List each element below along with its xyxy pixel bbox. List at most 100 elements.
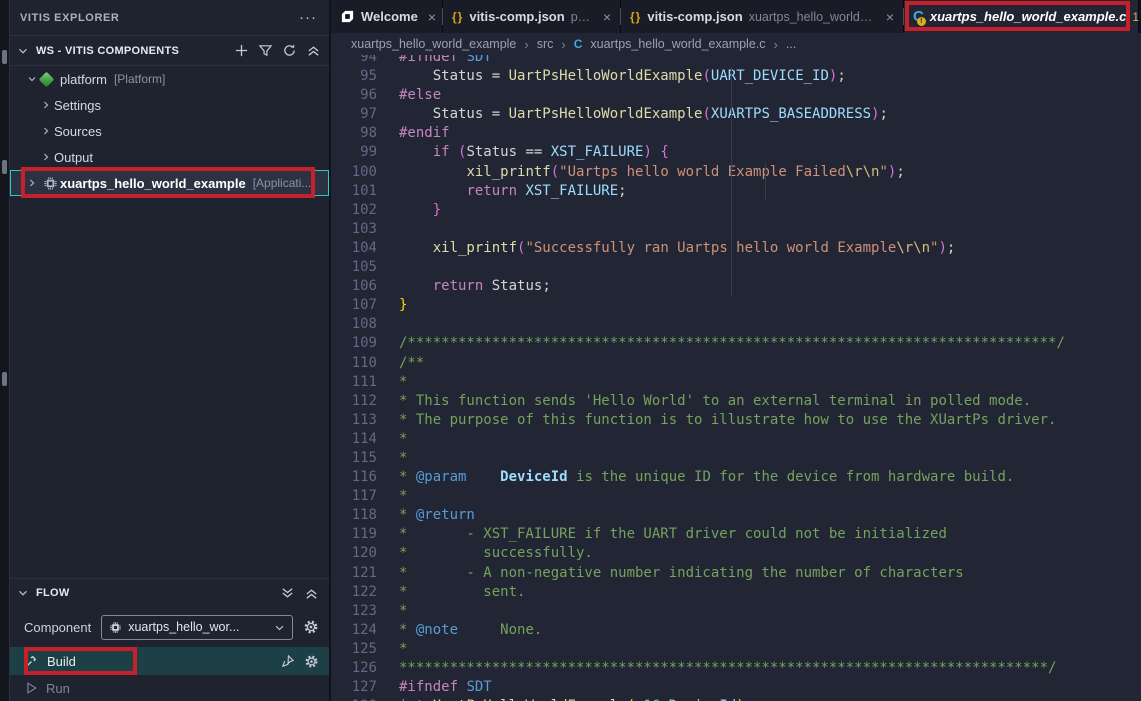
code-line: 95 Status = UartPsHelloWorldExample(UART… xyxy=(331,67,1141,86)
indent-guide xyxy=(765,163,766,201)
code-editor[interactable]: 94#ifndef SDT95 Status = UartPsHelloWorl… xyxy=(331,55,1141,701)
clean-brush-icon[interactable] xyxy=(280,654,295,669)
breadcrumb-item[interactable]: xuartps_hello_world_example.c xyxy=(590,37,765,51)
code-line: 108 xyxy=(331,315,1141,334)
chevron-right-icon[interactable] xyxy=(24,177,40,189)
chevron-down-icon[interactable] xyxy=(24,73,40,85)
filter-icon[interactable] xyxy=(258,43,273,58)
code-text xyxy=(377,220,399,239)
tree-item-desc: [Applicati... xyxy=(253,176,312,190)
line-number: 105 xyxy=(331,258,377,277)
collapse-all-icon[interactable] xyxy=(306,43,321,58)
code-text: * xyxy=(377,487,407,506)
code-line: 114* xyxy=(331,430,1141,449)
code-line: 123* xyxy=(331,602,1141,621)
tab-welcome[interactable]: Welcome × xyxy=(331,0,443,33)
line-number: 113 xyxy=(331,411,377,430)
code-text: } xyxy=(377,296,407,315)
flow-build-button[interactable]: Build xyxy=(10,647,329,675)
c-file-icon: C xyxy=(574,37,583,51)
close-icon[interactable]: × xyxy=(424,9,436,25)
flow-component-row: Component xuartps_hello_wor... xyxy=(10,607,329,647)
tree-item-xuartps-app[interactable]: xuartps_hello_world_example [Applicati..… xyxy=(10,170,329,196)
code-line: 115* xyxy=(331,449,1141,468)
code-text: * xyxy=(377,373,407,392)
line-number: 101 xyxy=(331,182,377,201)
line-number: 104 xyxy=(331,239,377,258)
flow-run-button[interactable]: Run xyxy=(10,675,329,701)
code-text: * - A non-negative number indicating the… xyxy=(377,564,964,583)
line-number: 123 xyxy=(331,602,377,621)
tree-item-platform[interactable]: platform [Platform] xyxy=(10,66,329,92)
ws-components-section-header[interactable]: WS - VITIS COMPONENTS xyxy=(10,36,329,66)
code-line: 104 xil_printf("Successfully ran Uartps … xyxy=(331,239,1141,258)
gear-icon[interactable] xyxy=(304,654,319,669)
code-line: 103 xyxy=(331,220,1141,239)
chevron-right-icon[interactable] xyxy=(38,99,54,111)
flow-header[interactable]: FLOW xyxy=(10,579,329,607)
code-text: xil_printf("Successfully ran Uartps hell… xyxy=(377,239,955,258)
code-text: Status = UartPsHelloWorldExample(UART_DE… xyxy=(377,67,846,86)
line-number: 121 xyxy=(331,564,377,583)
chevron-right-icon[interactable] xyxy=(38,125,54,137)
tab-vitis-comp-platform[interactable]: {} vitis-comp.json platform × xyxy=(443,0,621,33)
line-number: 117 xyxy=(331,487,377,506)
code-line: 97 Status = UartPsHelloWorldExample(XUAR… xyxy=(331,105,1141,124)
code-line: 105 xyxy=(331,258,1141,277)
tree-item-output[interactable]: Output xyxy=(10,144,329,170)
tree-item-settings[interactable]: Settings xyxy=(10,92,329,118)
code-line: 98#endif xyxy=(331,124,1141,143)
code-text: #ifndef SDT xyxy=(377,55,492,67)
sidebar-header: VITIS EXPLORER ··· xyxy=(10,0,329,36)
code-line: 116* @param DeviceId is the unique ID fo… xyxy=(331,468,1141,487)
code-text: * successfully. xyxy=(377,544,593,563)
code-text: return XST_FAILURE; xyxy=(377,182,627,201)
amd-logo-icon xyxy=(340,9,355,24)
breadcrumb-item[interactable]: src xyxy=(537,37,554,51)
chevron-down-icon xyxy=(16,586,30,600)
gear-icon[interactable] xyxy=(303,619,319,635)
editor-area: Welcome × {} vitis-comp.json platform × … xyxy=(331,0,1141,701)
tree-item-label: Sources xyxy=(54,124,102,139)
collapse-all-icon[interactable] xyxy=(304,586,319,601)
add-component-icon[interactable] xyxy=(234,43,249,58)
flow-panel: FLOW Component xuartps_hello_wor... xyxy=(10,578,329,701)
components-tree: platform [Platform] Settings Sources Ou xyxy=(10,66,329,196)
c-file-icon: C! xyxy=(913,8,924,25)
tab-label: vitis-comp.json xyxy=(469,9,564,24)
code-line: 111* xyxy=(331,373,1141,392)
component-dropdown[interactable]: xuartps_hello_wor... xyxy=(101,615,293,640)
tab-label: Welcome xyxy=(361,9,418,24)
tab-xuartps-source-file[interactable]: C! xuartps_hello_world_example.c 1 × xyxy=(904,0,1139,33)
code-text: * The purpose of this function is to ill… xyxy=(377,411,1056,430)
refresh-icon[interactable] xyxy=(282,43,297,58)
tree-item-label: Output xyxy=(54,150,93,165)
tree-item-desc: [Platform] xyxy=(114,72,165,86)
tree-item-label: platform xyxy=(60,72,107,87)
close-icon[interactable]: × xyxy=(599,9,611,25)
line-number: 103 xyxy=(331,220,377,239)
expand-all-icon[interactable] xyxy=(280,586,295,601)
sidebar-empty-area xyxy=(10,196,329,578)
breadcrumb-item[interactable]: ... xyxy=(786,37,796,51)
platform-diamond-icon xyxy=(40,74,60,85)
more-actions-icon[interactable]: ··· xyxy=(299,13,317,23)
json-icon: {} xyxy=(452,10,463,24)
breadcrumb-item[interactable]: xuartps_hello_world_example xyxy=(351,37,516,51)
code-line: 112* This function sends 'Hello World' t… xyxy=(331,392,1141,411)
line-number: 97 xyxy=(331,105,377,124)
chevron-right-icon[interactable] xyxy=(38,151,54,163)
problem-count-badge: 1 xyxy=(1132,10,1139,24)
code-text: * xyxy=(377,602,407,621)
code-line: 118* @return xyxy=(331,506,1141,525)
code-line: 126*************************************… xyxy=(331,659,1141,678)
code-line: 124* @note None. xyxy=(331,621,1141,640)
code-line: 113* The purpose of this function is to … xyxy=(331,411,1141,430)
line-number: 111 xyxy=(331,373,377,392)
tree-item-sources[interactable]: Sources xyxy=(10,118,329,144)
line-number: 124 xyxy=(331,621,377,640)
line-number: 119 xyxy=(331,525,377,544)
tab-vitis-comp-xuartps[interactable]: {} vitis-comp.json xuartps_hello_world_e… xyxy=(621,0,904,33)
close-icon[interactable]: × xyxy=(882,9,894,25)
code-line: 128int UartPsHelloWorldExample(u16 Devic… xyxy=(331,697,1141,701)
